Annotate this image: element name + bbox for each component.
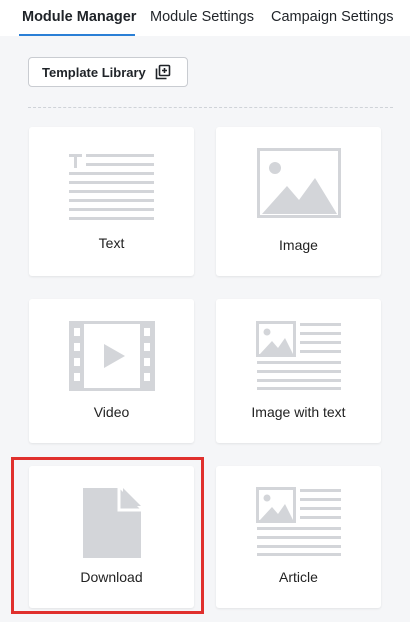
module-label-download: Download <box>80 569 143 585</box>
module-label-image-with-text: Image with text <box>251 404 346 420</box>
module-card-article[interactable]: Article <box>216 466 381 608</box>
text-module-icon <box>29 151 194 221</box>
module-card-image-with-text[interactable]: Image with text <box>216 299 381 443</box>
module-card-text[interactable]: Text <box>29 127 194 276</box>
article-module-icon <box>216 487 381 557</box>
template-library-button[interactable]: Template Library <box>28 57 188 87</box>
module-label-article: Article <box>279 569 318 585</box>
tab-campaign-settings[interactable]: Campaign Settings <box>271 9 394 25</box>
module-label-image: Image <box>279 237 318 253</box>
tab-module-settings[interactable]: Module Settings <box>150 9 254 25</box>
video-module-icon <box>29 321 194 391</box>
tab-bar: Module Manager Module Settings Campaign … <box>0 0 410 36</box>
module-label-text: Text <box>98 235 125 251</box>
tab-module-manager[interactable]: Module Manager <box>22 9 136 25</box>
download-module-icon <box>29 486 194 560</box>
module-card-video[interactable]: Video <box>29 299 194 443</box>
image-with-text-module-icon <box>216 321 381 391</box>
section-divider <box>28 107 393 108</box>
module-card-image[interactable]: Image <box>216 127 381 276</box>
image-module-icon <box>216 148 381 218</box>
active-tab-indicator <box>19 34 135 36</box>
module-card-download[interactable]: Download <box>29 466 194 608</box>
template-library-label: Template Library <box>42 64 146 80</box>
module-label-video: Video <box>93 404 130 420</box>
add-library-icon <box>155 64 171 80</box>
